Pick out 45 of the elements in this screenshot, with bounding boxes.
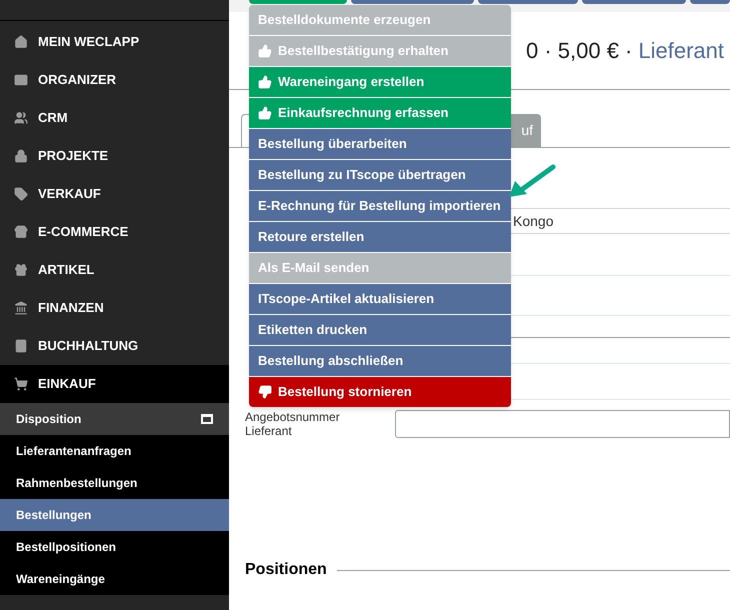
sidebar-subitem[interactable]: Wareneingänge <box>0 563 229 595</box>
gift-icon <box>14 263 28 277</box>
sidebar-item[interactable]: VERKAUF <box>0 175 229 213</box>
sidebar-item[interactable]: FINANZEN <box>0 289 229 327</box>
input-field[interactable] <box>395 410 730 438</box>
sidebar-subitem[interactable]: Disposition <box>0 403 229 435</box>
thumbs-down-icon <box>258 385 272 399</box>
sidebar-subitem[interactable]: Rahmenbestellungen <box>0 467 229 499</box>
thumbs-up-icon <box>258 75 272 89</box>
menu-item[interactable]: Bestellung überarbeiten <box>249 129 511 159</box>
bag-icon <box>14 149 28 163</box>
field-label: Angebotsnummer Lieferant <box>245 410 341 438</box>
menu-item[interactable]: E-Rechnung für Bestellung importieren <box>249 191 511 221</box>
order-summary: 0 · 5,00 € · <box>526 37 632 65</box>
cart-icon <box>14 377 28 391</box>
menu-item[interactable]: Etiketten drucken <box>249 315 511 345</box>
sidebar-item[interactable]: PROJEKTE <box>0 137 229 175</box>
field-value: Kongo <box>512 212 554 231</box>
home-icon <box>14 35 28 49</box>
thumbs-up-icon <box>258 44 272 58</box>
menu-item[interactable]: Bestellung abschließen <box>249 346 511 376</box>
sidebar-item[interactable]: EINKAUF <box>0 365 229 403</box>
arrow-icon <box>507 163 557 199</box>
thumbs-up-icon <box>258 106 272 120</box>
sidebar-item[interactable]: CRM <box>0 99 229 137</box>
sidebar-item[interactable]: BUCHHALTUNG <box>0 327 229 365</box>
sidebar-item[interactable]: E-COMMERCE <box>0 213 229 251</box>
sidebar-subitem[interactable]: Bestellpositionen <box>0 531 229 563</box>
sidebar-subitem[interactable]: Lieferantenanfragen <box>0 435 229 467</box>
sidebar-item[interactable]: MEIN WECLAPP <box>0 23 229 61</box>
toolbar-button[interactable] <box>690 0 730 4</box>
window-icon <box>201 414 213 424</box>
sidebar-item[interactable]: ARTIKEL <box>0 251 229 289</box>
sidebar-subitem[interactable]: Bestellungen <box>0 499 229 531</box>
menu-item[interactable]: Bestellung zu ITscope übertragen <box>249 160 511 190</box>
store-icon <box>14 225 28 239</box>
tag-icon <box>14 187 28 201</box>
section-heading: Positionen <box>245 560 327 580</box>
sidebar-item[interactable]: ORGANIZER <box>0 61 229 99</box>
menu-item[interactable]: ITscope-Artikel aktualisieren <box>249 284 511 314</box>
menu-item[interactable]: Bestellung stornieren <box>249 377 511 407</box>
users-icon <box>14 111 28 125</box>
bank-icon <box>14 301 28 315</box>
supplier-link[interactable]: Lieferant <box>638 34 724 67</box>
menu-item[interactable]: Retoure erstellen <box>249 222 511 252</box>
